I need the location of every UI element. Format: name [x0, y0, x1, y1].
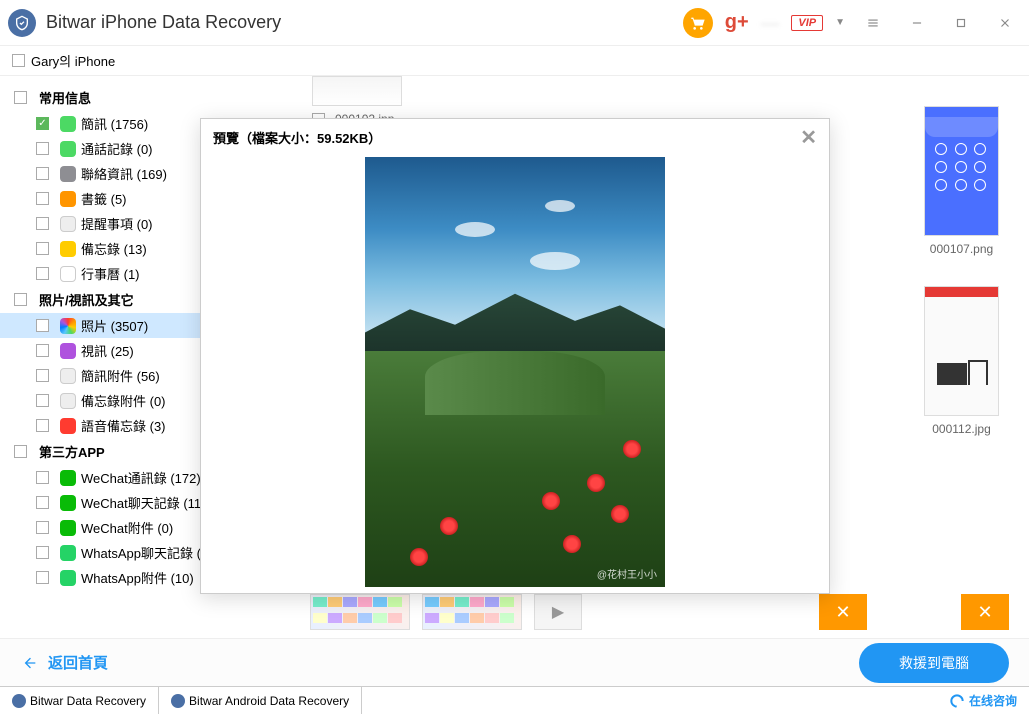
status-bar: Bitwar Data Recovery Bitwar Android Data… [0, 686, 1029, 714]
vip-badge[interactable]: VIP [791, 15, 823, 31]
item-checkbox[interactable] [36, 267, 49, 280]
item-label: 簡訊 (1756) [81, 114, 148, 133]
item-icon [60, 495, 76, 511]
item-icon [60, 545, 76, 561]
app-logo [8, 9, 36, 37]
delete-button-1[interactable]: ✕ [819, 594, 867, 630]
delete-button-2[interactable]: ✕ [961, 594, 1009, 630]
device-checkbox[interactable] [12, 54, 25, 67]
online-support-link[interactable]: 在线咨询 [949, 692, 1029, 709]
item-icon [60, 191, 76, 207]
status-tab-android[interactable]: Bitwar Android Data Recovery [159, 687, 362, 714]
bitwar-icon [171, 694, 185, 708]
watermark: @花村王小小 [597, 566, 657, 581]
item-icon [60, 343, 76, 359]
thumb-filename: 000107.png [914, 242, 1009, 256]
item-icon [60, 241, 76, 257]
item-checkbox[interactable] [36, 546, 49, 559]
item-checkbox[interactable] [36, 117, 49, 130]
app-title: Bitwar iPhone Data Recovery [46, 12, 281, 33]
category-label: 照片/視訊及其它 [39, 290, 134, 309]
modal-title: 預覽（檔案大小：59.52KB） [213, 128, 381, 147]
item-label: 照片 (3507) [81, 316, 148, 335]
thumb-video-icon[interactable]: ▶ [534, 594, 582, 630]
cart-button[interactable] [683, 8, 713, 38]
item-icon [60, 470, 76, 486]
maximize-button[interactable] [945, 7, 977, 39]
item-icon [60, 166, 76, 182]
item-checkbox[interactable] [36, 142, 49, 155]
device-row: Gary의 iPhone [0, 46, 1029, 76]
item-icon [60, 141, 76, 157]
minimize-button[interactable] [901, 7, 933, 39]
item-icon [60, 418, 76, 434]
thumb-collage-1[interactable] [310, 594, 410, 630]
item-checkbox[interactable] [36, 419, 49, 432]
category-label: 第三方APP [39, 442, 105, 461]
preview-modal: 預覽（檔案大小：59.52KB） ✕ @花村王小小 [200, 118, 830, 594]
bitwar-icon [12, 694, 26, 708]
category-checkbox[interactable] [14, 445, 27, 458]
item-checkbox[interactable] [36, 571, 49, 584]
item-checkbox[interactable] [36, 192, 49, 205]
item-checkbox[interactable] [36, 319, 49, 332]
item-icon [60, 318, 76, 334]
right-thumb-1[interactable]: 000107.png [914, 106, 1009, 256]
bottom-bar: 返回首頁 救援到電腦 [0, 638, 1029, 686]
item-label: 視訊 (25) [81, 341, 134, 360]
menu-button[interactable] [857, 7, 889, 39]
item-label: WeChat聊天記錄 (11) [81, 493, 206, 512]
item-label: 提醒事項 (0) [81, 214, 153, 233]
status-tab-bitwar[interactable]: Bitwar Data Recovery [0, 687, 159, 714]
right-thumb-column: 000107.png 000112.jpg [914, 106, 1009, 466]
item-icon [60, 570, 76, 586]
item-label: 簡訊附件 (56) [81, 366, 160, 385]
item-label: WhatsApp附件 (10) [81, 568, 194, 587]
category-checkbox[interactable] [14, 91, 27, 104]
item-checkbox[interactable] [36, 369, 49, 382]
item-checkbox[interactable] [36, 344, 49, 357]
vip-dropdown-icon[interactable]: ▼ [835, 17, 845, 28]
category-checkbox[interactable] [14, 293, 27, 306]
titlebar: Bitwar iPhone Data Recovery g+ ---- VIP … [0, 0, 1029, 46]
item-label: 語音備忘錄 (3) [81, 416, 166, 435]
item-checkbox[interactable] [36, 471, 49, 484]
item-icon [60, 368, 76, 384]
item-label: 行事曆 (1) [81, 264, 140, 283]
category-label: 常用信息 [39, 88, 91, 107]
thumb-strip: ▶ ✕ ✕ [310, 594, 1009, 630]
item-checkbox[interactable] [36, 496, 49, 509]
recover-button[interactable]: 救援到電腦 [859, 643, 1009, 683]
thumb-filename: 000112.jpg [914, 422, 1009, 436]
item-checkbox[interactable] [36, 521, 49, 534]
device-name: Gary의 iPhone [31, 51, 115, 70]
item-icon [60, 393, 76, 409]
thumb-collage-2[interactable] [422, 594, 522, 630]
back-home-link[interactable]: 返回首頁 [20, 652, 108, 673]
item-label: 聯絡資訊 (169) [81, 164, 167, 183]
item-label: 備忘錄附件 (0) [81, 391, 166, 410]
item-icon [60, 520, 76, 536]
item-icon [60, 116, 76, 132]
right-thumb-2[interactable]: 000112.jpg [914, 286, 1009, 436]
item-label: 備忘錄 (13) [81, 239, 147, 258]
item-checkbox[interactable] [36, 242, 49, 255]
item-label: WeChat附件 (0) [81, 518, 173, 537]
item-icon [60, 216, 76, 232]
item-label: WhatsApp聊天記錄 (5) [81, 543, 212, 562]
item-checkbox[interactable] [36, 217, 49, 230]
item-checkbox[interactable] [36, 394, 49, 407]
item-checkbox[interactable] [36, 167, 49, 180]
preview-image: @花村王小小 [365, 157, 665, 587]
item-label: 書籤 (5) [81, 189, 127, 208]
item-icon [60, 266, 76, 282]
item-label: WeChat通訊錄 (172) [81, 468, 201, 487]
category-header[interactable]: 常用信息 [0, 84, 290, 111]
thumb-small-top[interactable] [312, 76, 402, 106]
googleplus-icon[interactable]: g+ [725, 11, 749, 34]
item-label: 通話記錄 (0) [81, 139, 153, 158]
modal-close-button[interactable]: ✕ [800, 125, 817, 150]
account-blurred: ---- [761, 15, 780, 31]
close-button[interactable] [989, 7, 1021, 39]
